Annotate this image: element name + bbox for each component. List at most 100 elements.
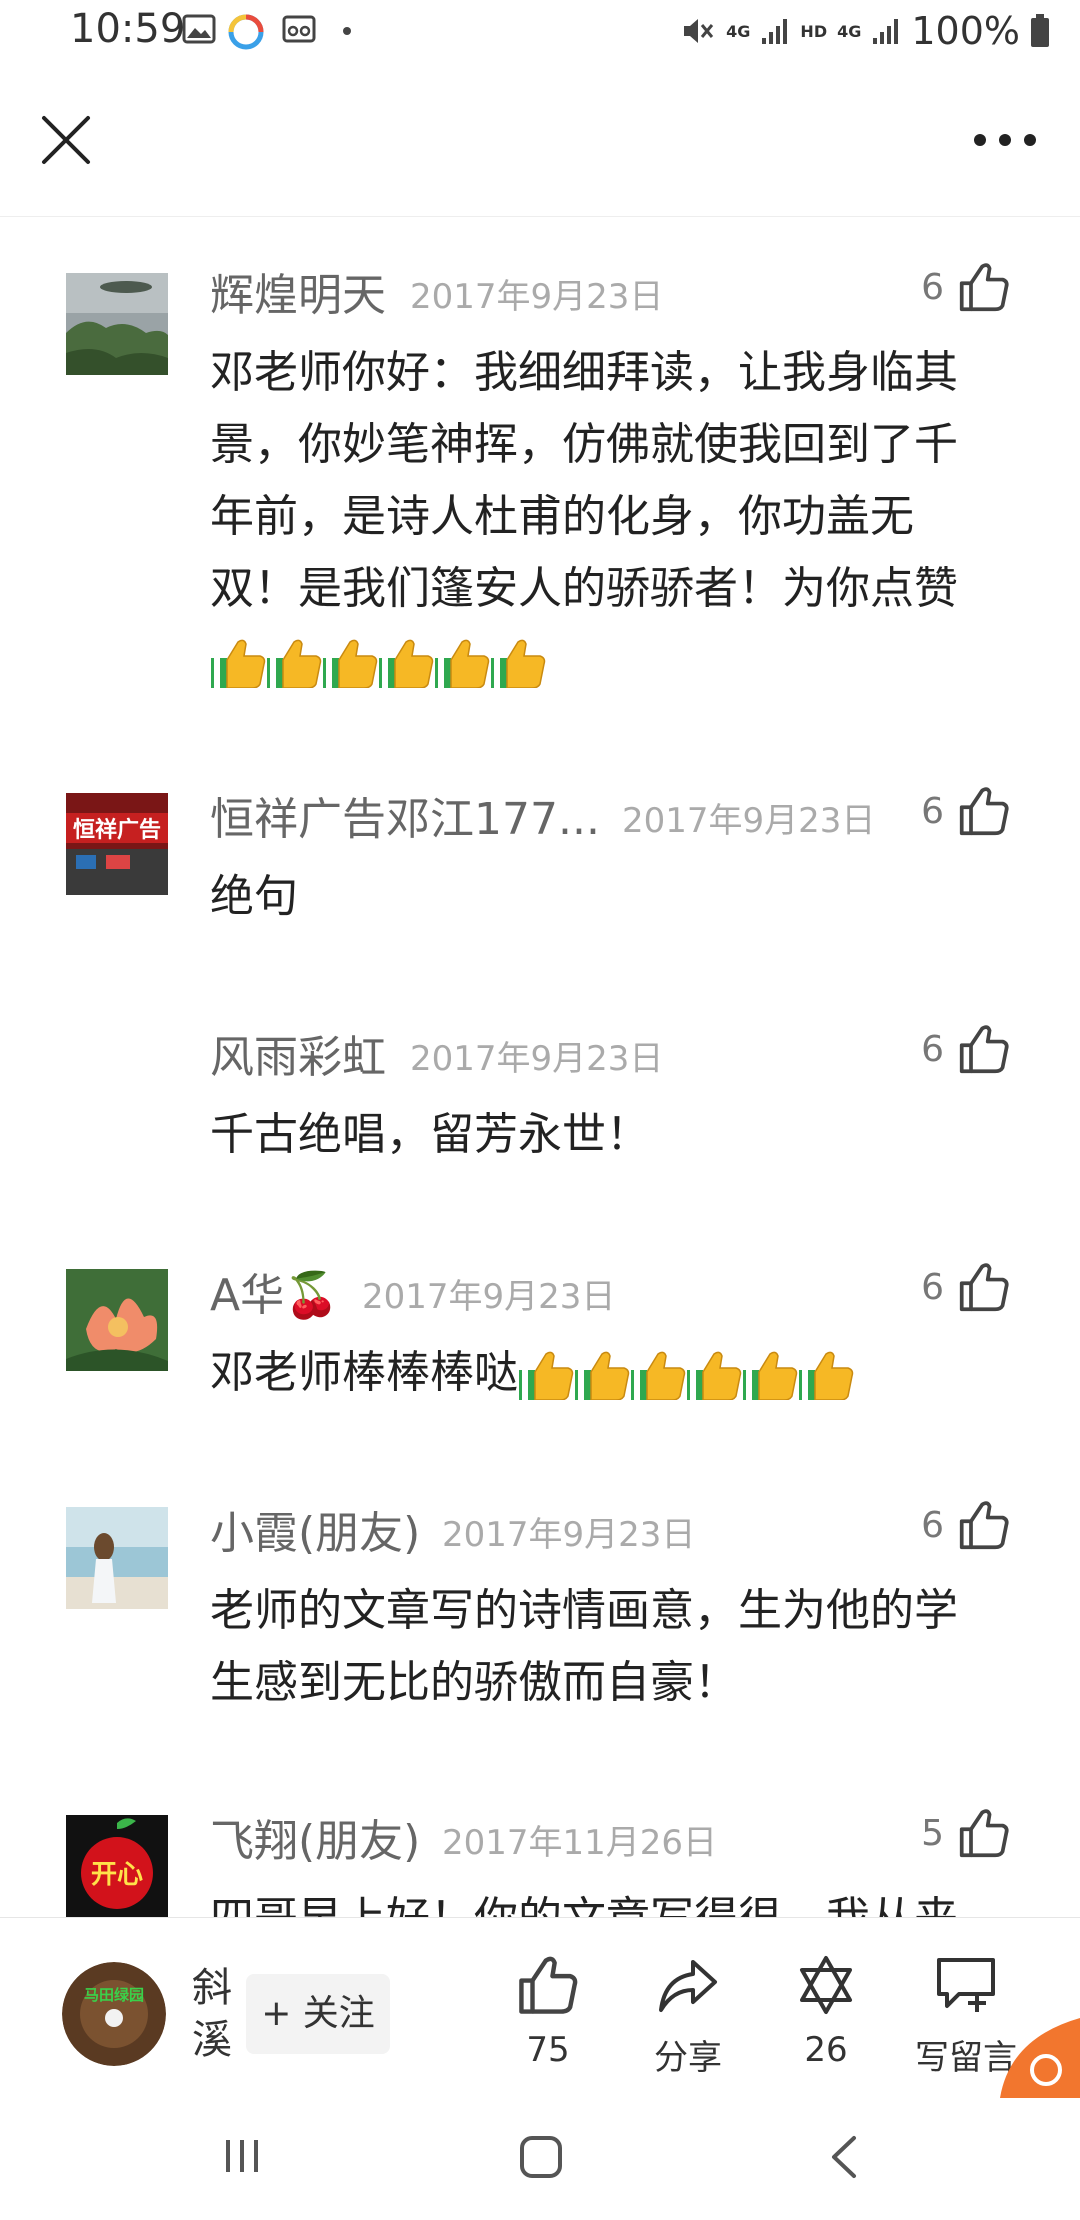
thumbs-up-emoji — [798, 1350, 854, 1400]
avatar[interactable]: 恒祥广告 — [66, 793, 168, 895]
avatar[interactable]: 开心 — [66, 1815, 168, 1917]
favorite-button[interactable]: 26 — [756, 1954, 896, 2070]
share-icon — [659, 1960, 717, 2012]
floating-widget-icon[interactable] — [1000, 2018, 1080, 2098]
share-button[interactable]: 分享 — [618, 1954, 758, 2079]
gallery-icon — [182, 14, 216, 44]
comment-list[interactable]: 辉煌明天 2017年9月23日 6 邓老师你好：我细细拜读，让我身临其景，你妙笔… — [0, 217, 1080, 1917]
like-button[interactable]: 6 — [921, 1259, 1010, 1315]
comment-text: 四哥早上好！你的文章写得很，我从来 — [210, 1883, 990, 1917]
thumbs-up-emoji — [322, 638, 378, 688]
comment-body: 邓老师你好：我细细拜读，让我身临其景，你妙笔神挥，仿佛就使我回到了千年前，是诗人… — [210, 347, 958, 614]
thumbs-up-icon — [958, 261, 1010, 313]
comment-text: 邓老师棒棒棒哒 — [210, 1337, 990, 1409]
like-count: 6 — [921, 790, 944, 832]
status-bar: 10:59 4G HD 4G 100% — [0, 0, 1080, 64]
commenter-name[interactable]: 恒祥广告邓江177... — [210, 783, 600, 847]
comment-text: 邓老师你好：我细细拜读，让我身临其景，你妙笔神挥，仿佛就使我回到了千年前，是诗人… — [210, 337, 990, 697]
thumbs-up-emoji — [574, 1350, 630, 1400]
thumbs-up-icon — [958, 1807, 1010, 1859]
like-count: 5 — [921, 1812, 944, 1854]
comment-item: 小霞(朋友) 2017年9月23日 6 老师的文章写的诗情画意，生为他的学生感到… — [0, 1497, 1080, 1727]
network-label-1: 4G — [726, 21, 751, 41]
voicemail-icon — [282, 15, 316, 43]
thumbs-up-icon — [958, 1499, 1010, 1551]
system-nav-bar — [0, 2098, 1080, 2220]
thumbs-up-icon — [517, 1954, 579, 2016]
comment-item: 风雨彩虹 2017年9月23日 6 千古绝唱，留芳永世！ — [0, 1021, 1080, 1161]
like-article-count: 75 — [526, 2030, 570, 2070]
follow-button[interactable]: + 关注 — [246, 1974, 390, 2054]
mute-icon — [684, 19, 714, 43]
share-label: 分享 — [654, 2038, 722, 2078]
comment-date: 2017年11月26日 — [442, 1823, 718, 1863]
commenter-name[interactable]: 飞翔(朋友) — [210, 1805, 420, 1869]
thumbs-up-emoji — [742, 1350, 798, 1400]
comment-text: 千古绝唱，留芳永世！ — [210, 1109, 650, 1160]
battery-text: 100% — [911, 9, 1020, 53]
svg-text:开心: 开心 — [91, 1860, 143, 1890]
comment-item: 开心 飞翔(朋友) 2017年11月26日 5 四哥早上好！你的文章写得很，我从… — [0, 1805, 1080, 1917]
like-count: 6 — [921, 1028, 944, 1070]
thumbs-up-emoji — [210, 638, 266, 688]
signal-icon — [762, 19, 788, 44]
thumbs-up-emoji — [686, 1350, 742, 1400]
comment-item: 辉煌明天 2017年9月23日 6 邓老师你好：我细细拜读，让我身临其景，你妙笔… — [0, 259, 1080, 699]
like-button[interactable]: 6 — [921, 1021, 1010, 1077]
like-button[interactable]: 6 — [921, 783, 1010, 839]
network-label-2: 4G — [837, 21, 862, 41]
thumbs-emoji-row — [518, 1347, 854, 1398]
back-icon[interactable] — [826, 2134, 862, 2180]
commenter-name[interactable]: 小霞(朋友) — [210, 1497, 420, 1561]
svg-text:马田绿园: 马田绿园 — [84, 1986, 144, 2004]
thumbs-emoji-row — [210, 635, 546, 686]
thumbs-up-emoji — [266, 638, 322, 688]
like-article-button[interactable]: 75 — [478, 1954, 618, 2070]
commenter-name[interactable]: A华🍒 — [210, 1259, 339, 1323]
battery-icon — [1031, 14, 1049, 47]
star-of-david-icon — [800, 1956, 852, 2014]
bottom-action-bar: 马田绿园 斜溪 + 关注 75 分享 26 写留言 — [0, 1917, 1080, 2098]
more-icon[interactable] — [970, 122, 1040, 158]
comment-text: 绝句 — [210, 871, 298, 922]
thumbs-up-emoji — [434, 638, 490, 688]
commenter-name[interactable]: 辉煌明天 — [210, 259, 386, 323]
comment-body: 邓老师棒棒棒哒 — [210, 1347, 518, 1398]
like-button[interactable]: 6 — [921, 1497, 1010, 1553]
thumbs-up-emoji — [630, 1350, 686, 1400]
hd-label: HD — [800, 21, 828, 41]
comment-date: 2017年9月23日 — [362, 1277, 616, 1317]
like-button[interactable]: 5 — [921, 1805, 1010, 1861]
status-right: 4G HD 4G 100% — [680, 6, 1050, 56]
comment-item: 恒祥广告 恒祥广告邓江177... 2017年9月23日 6 绝句 — [0, 783, 1080, 923]
comment-date: 2017年9月23日 — [410, 277, 664, 317]
author-name[interactable]: 斜溪 — [192, 1962, 236, 2066]
app-icon — [228, 14, 264, 50]
thumbs-up-icon — [958, 1023, 1010, 1075]
favorite-count: 26 — [804, 2030, 848, 2070]
thumbs-up-emoji — [490, 638, 546, 688]
comment-date: 2017年9月23日 — [410, 1039, 664, 1079]
avatar[interactable] — [66, 1269, 168, 1371]
home-icon[interactable] — [518, 2134, 564, 2180]
comment-date: 2017年9月23日 — [622, 801, 876, 841]
like-count: 6 — [921, 1504, 944, 1546]
comment-text: 老师的文章写的诗情画意，生为他的学生感到无比的骄傲而自豪！ — [210, 1585, 958, 1708]
recent-apps-icon[interactable] — [220, 2134, 264, 2178]
signal-icon-2 — [873, 19, 899, 44]
thumbs-up-emoji — [378, 638, 434, 688]
author-avatar[interactable]: 马田绿园 — [62, 1962, 166, 2066]
close-icon[interactable] — [36, 110, 96, 170]
svg-text:恒祥广告: 恒祥广告 — [73, 817, 161, 843]
like-count: 6 — [921, 1266, 944, 1308]
thumbs-up-icon — [958, 1261, 1010, 1313]
comment-add-icon — [937, 1958, 995, 2012]
commenter-name[interactable]: 风雨彩虹 — [210, 1021, 386, 1085]
like-button[interactable]: 6 — [921, 259, 1010, 315]
avatar[interactable] — [66, 1507, 168, 1609]
like-count: 6 — [921, 266, 944, 308]
thumbs-up-emoji — [518, 1350, 574, 1400]
avatar[interactable] — [66, 273, 168, 375]
status-time: 10:59 — [70, 6, 186, 52]
comment-date: 2017年9月23日 — [442, 1515, 696, 1555]
